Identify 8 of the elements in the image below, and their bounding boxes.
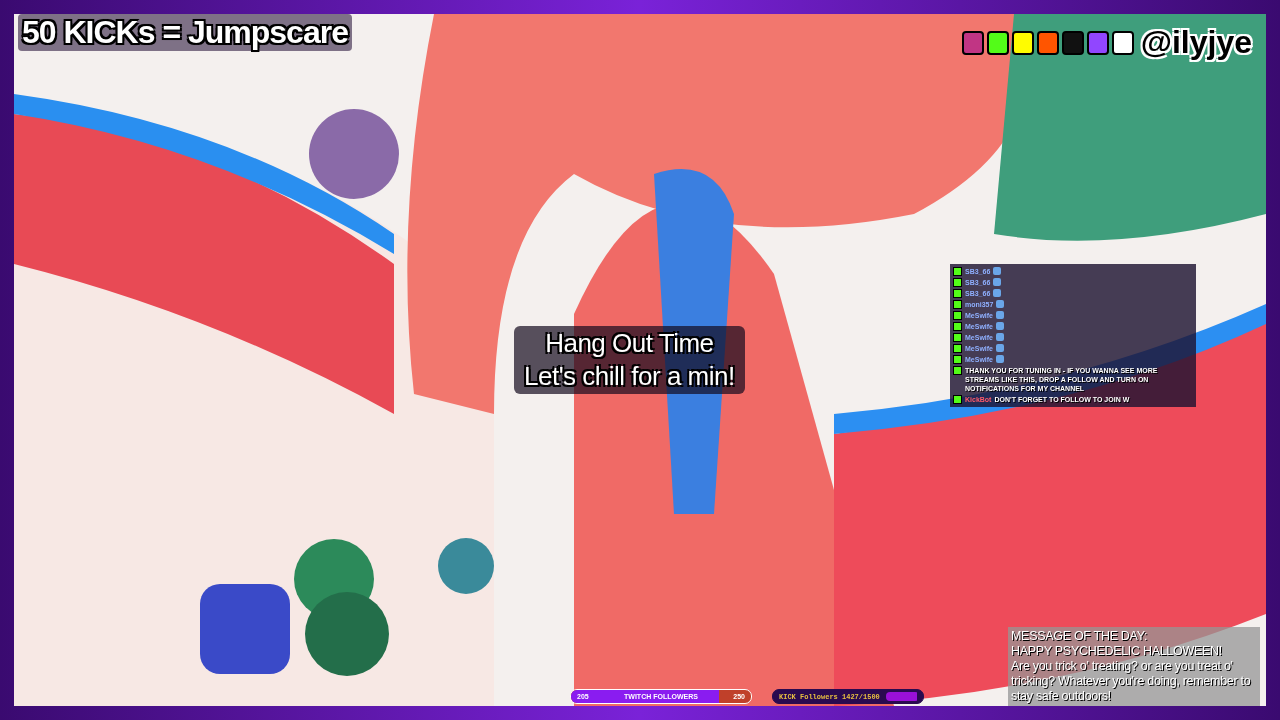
overlay-title: 50 KICKs = Jumpscare bbox=[18, 14, 352, 51]
motd-body: Are you trick o' treating? or are you treat o' tricking? Whatever you're doing, remember to stay safe outdoors! bbox=[1011, 659, 1252, 704]
caption-line: Let's chill for a min! bbox=[524, 361, 735, 392]
motd-heading: MESSAGE OF THE DAY: bbox=[1011, 629, 1149, 644]
motd-subheading: HAPPY PSYCHEDELIC HALLOWEEN! bbox=[1011, 644, 1223, 659]
kick-badge-icon bbox=[953, 395, 962, 404]
caption-line: Hang Out Time bbox=[545, 328, 714, 359]
streamer-handle: @ilyjye bbox=[1140, 24, 1252, 61]
